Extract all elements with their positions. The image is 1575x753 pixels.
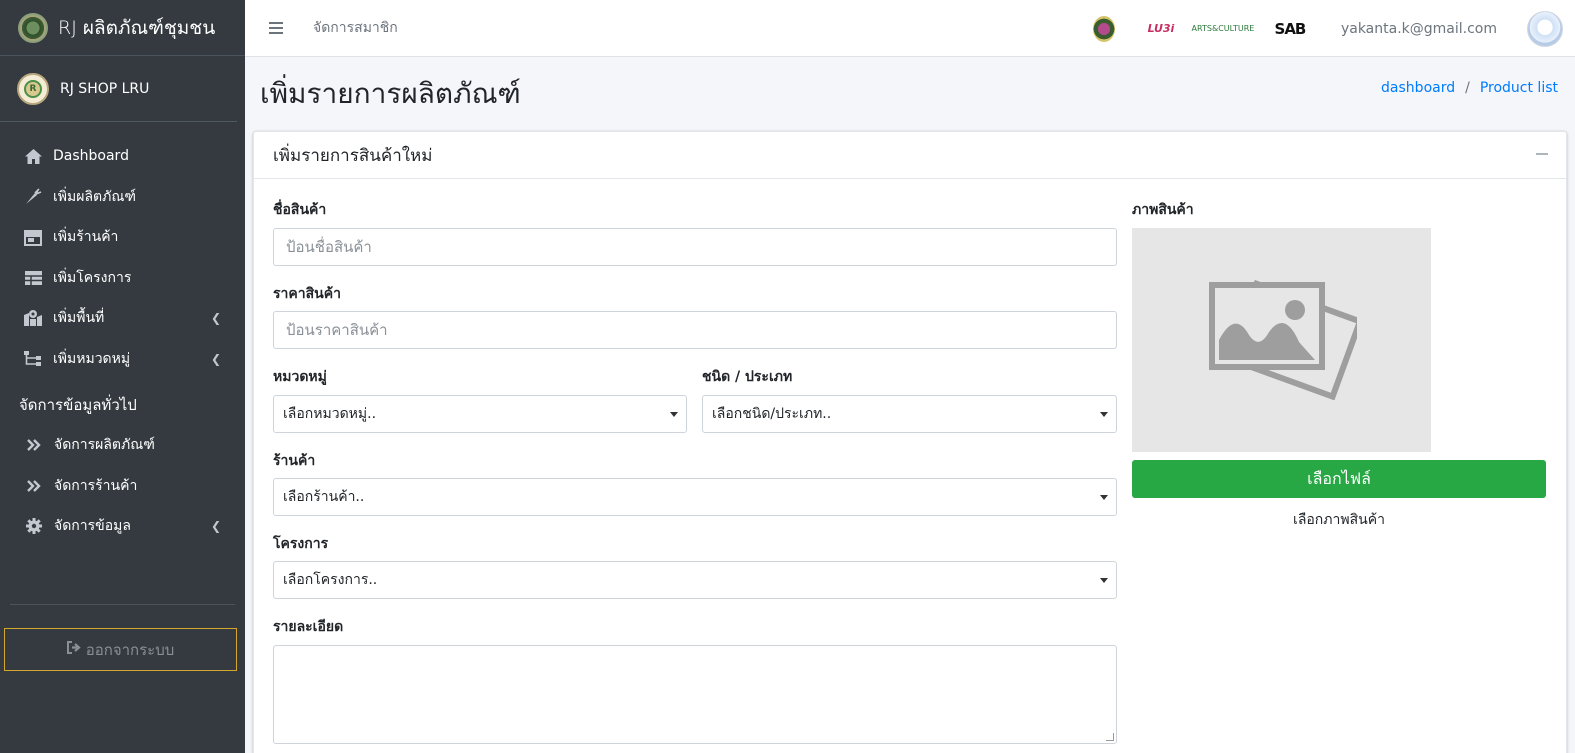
sidebar-item-label: เพิ่มพื้นที่ bbox=[53, 310, 105, 327]
user-email[interactable]: yakanta.k@gmail.com bbox=[1341, 21, 1497, 37]
detail-label: รายละเอียด bbox=[273, 619, 344, 635]
sidebar-item-label: จัดการผลิตภัณฑ์ bbox=[54, 437, 155, 454]
logout-button[interactable]: ออกจากระบบ bbox=[4, 628, 237, 671]
sab-logo: SAB bbox=[1274, 19, 1307, 38]
card-title: เพิ่มรายการสินค้าใหม่ bbox=[273, 145, 433, 166]
resize-handle[interactable] bbox=[1106, 733, 1114, 741]
card-header: เพิ่มรายการสินค้าใหม่ bbox=[254, 132, 1566, 179]
navbar-right: LU3i ARTS&CULTURE SAB yakanta.k@gmail.co… bbox=[1092, 0, 1575, 57]
shop-select[interactable]: เลือกร้านค้า.. bbox=[273, 478, 1117, 516]
store-icon bbox=[23, 227, 43, 247]
breadcrumb-separator: / bbox=[1465, 80, 1470, 96]
product-image-preview bbox=[1132, 228, 1431, 452]
chevron-left-icon: ❮ bbox=[210, 519, 221, 534]
product-name-input[interactable]: ป้อนชื่อสินค้า bbox=[273, 228, 1117, 266]
chevron-left-icon: ❮ bbox=[210, 311, 221, 326]
sidebar-item-label: เพิ่มหมวดหมู่ bbox=[53, 350, 131, 367]
menu-toggle-icon[interactable] bbox=[269, 22, 283, 34]
image-placeholder-icon bbox=[1208, 280, 1357, 400]
sidebar-item-add-store[interactable]: เพิ่มร้านค้า bbox=[0, 217, 245, 258]
shop-select-value: เลือกร้านค้า.. bbox=[283, 489, 365, 505]
avatar-letter: R bbox=[24, 79, 42, 98]
sidebar-item-manage-stores[interactable]: จัดการร้านค้า bbox=[0, 466, 245, 507]
caret-down-icon bbox=[670, 412, 678, 417]
breadcrumb-product-list[interactable]: Product list bbox=[1480, 80, 1558, 96]
lu3i-logo: LU3i bbox=[1147, 22, 1175, 35]
product-price-label: ราคาสินค้า bbox=[273, 286, 341, 302]
sidebar-item-label: เพิ่มร้านค้า bbox=[53, 229, 119, 246]
map-marked-icon bbox=[23, 308, 43, 328]
sidebar-item-add-category[interactable]: เพิ่มหมวดหมู่ ❮ bbox=[0, 339, 245, 380]
product-image-label: ภาพสินค้า bbox=[1132, 202, 1194, 218]
breadcrumb: dashboard / Product list bbox=[1381, 80, 1558, 96]
user-avatar-top[interactable] bbox=[1527, 10, 1563, 47]
chevron-left-icon: ❮ bbox=[210, 351, 221, 366]
category-select-value: เลือกหมวดหมู่.. bbox=[283, 406, 377, 422]
brand-link[interactable]: RJ ผลิตภัณฑ์ชุมชน bbox=[0, 0, 245, 56]
sign-out-icon bbox=[66, 641, 82, 658]
sidebar-item-add-project[interactable]: เพิ่มโครงการ bbox=[0, 258, 245, 299]
sidebar-item-label: Dashboard bbox=[53, 148, 129, 165]
collapse-icon[interactable] bbox=[1536, 153, 1548, 155]
choose-file-button[interactable]: เลือกไฟล์ bbox=[1132, 460, 1546, 498]
user-panel[interactable]: R RJ SHOP LRU bbox=[0, 56, 237, 122]
sidebar-item-manage-products[interactable]: จัดการผลิตภัณฑ์ bbox=[0, 425, 245, 466]
university-logo bbox=[1092, 15, 1115, 42]
sidebar-nav: Dashboard เพิ่มผลิตภัณฑ์ เพิ่มร้านค้า เพ… bbox=[0, 122, 245, 547]
table-icon bbox=[23, 268, 43, 288]
logout-label: ออกจากระบบ bbox=[85, 640, 175, 659]
carrot-icon bbox=[23, 187, 43, 207]
product-name-label: ชื่อสินค้า bbox=[273, 202, 327, 218]
caret-down-icon bbox=[1100, 578, 1108, 583]
category-select[interactable]: เลือกหมวดหมู่.. bbox=[273, 395, 687, 433]
sidebar-item-label: จัดการร้านค้า bbox=[54, 477, 138, 494]
sidebar-item-manage-data[interactable]: จัดการข้อมูล ❮ bbox=[0, 506, 245, 547]
sidebar-item-add-product[interactable]: เพิ่มผลิตภัณฑ์ bbox=[0, 177, 245, 218]
type-select-value: เลือกชนิด/ประเภท.. bbox=[712, 406, 832, 422]
top-navbar: จัดการสมาชิก LU3i ARTS&CULTURE SAB yakan… bbox=[245, 0, 1575, 57]
sidebar-item-label: เพิ่มโครงการ bbox=[53, 269, 132, 286]
brand-title: RJ ผลิตภัณฑ์ชุมชน bbox=[58, 16, 216, 39]
project-select-value: เลือกโครงการ.. bbox=[283, 572, 378, 588]
project-label: โครงการ bbox=[273, 536, 329, 552]
sitemap-icon bbox=[23, 349, 43, 369]
category-label: หมวดหมู่ bbox=[273, 369, 327, 385]
manage-members-link[interactable]: จัดการสมาชิก bbox=[313, 17, 398, 39]
double-chevron-right-icon bbox=[24, 435, 44, 455]
double-chevron-right-icon bbox=[24, 476, 44, 496]
sidebar-item-add-area[interactable]: เพิ่มพื้นที่ ❮ bbox=[0, 298, 245, 339]
user-name: RJ SHOP LRU bbox=[60, 80, 150, 97]
sidebar-divider bbox=[10, 604, 235, 605]
home-icon bbox=[23, 146, 43, 166]
sidebar-item-label: เพิ่มผลิตภัณฑ์ bbox=[53, 188, 136, 205]
gear-icon bbox=[24, 516, 44, 536]
sidebar: RJ ผลิตภัณฑ์ชุมชน R RJ SHOP LRU Dashboar… bbox=[0, 0, 245, 753]
sidebar-section-header: จัดการข้อมูลทั่วไป bbox=[19, 396, 137, 414]
shop-label: ร้านค้า bbox=[273, 453, 316, 469]
type-label: ชนิด / ประเภท bbox=[702, 369, 793, 385]
caret-down-icon bbox=[1100, 412, 1108, 417]
type-select[interactable]: เลือกชนิด/ประเภท.. bbox=[702, 395, 1117, 433]
choose-image-caption: เลือกภาพสินค้า bbox=[1293, 512, 1385, 528]
caret-down-icon bbox=[1100, 495, 1108, 500]
sidebar-item-dashboard[interactable]: Dashboard bbox=[0, 136, 245, 177]
brand-logo bbox=[18, 12, 48, 43]
detail-textarea[interactable] bbox=[273, 645, 1117, 744]
breadcrumb-dashboard[interactable]: dashboard bbox=[1381, 80, 1455, 96]
sidebar-item-label: จัดการข้อมูล bbox=[54, 518, 131, 535]
user-avatar: R bbox=[17, 72, 49, 105]
page-title: เพิ่มรายการผลิตภัณฑ์ bbox=[260, 77, 521, 110]
arts-culture-logo: ARTS&CULTURE bbox=[1191, 24, 1255, 33]
project-select[interactable]: เลือกโครงการ.. bbox=[273, 561, 1117, 599]
product-price-input[interactable]: ป้อนราคาสินค้า bbox=[273, 311, 1117, 349]
